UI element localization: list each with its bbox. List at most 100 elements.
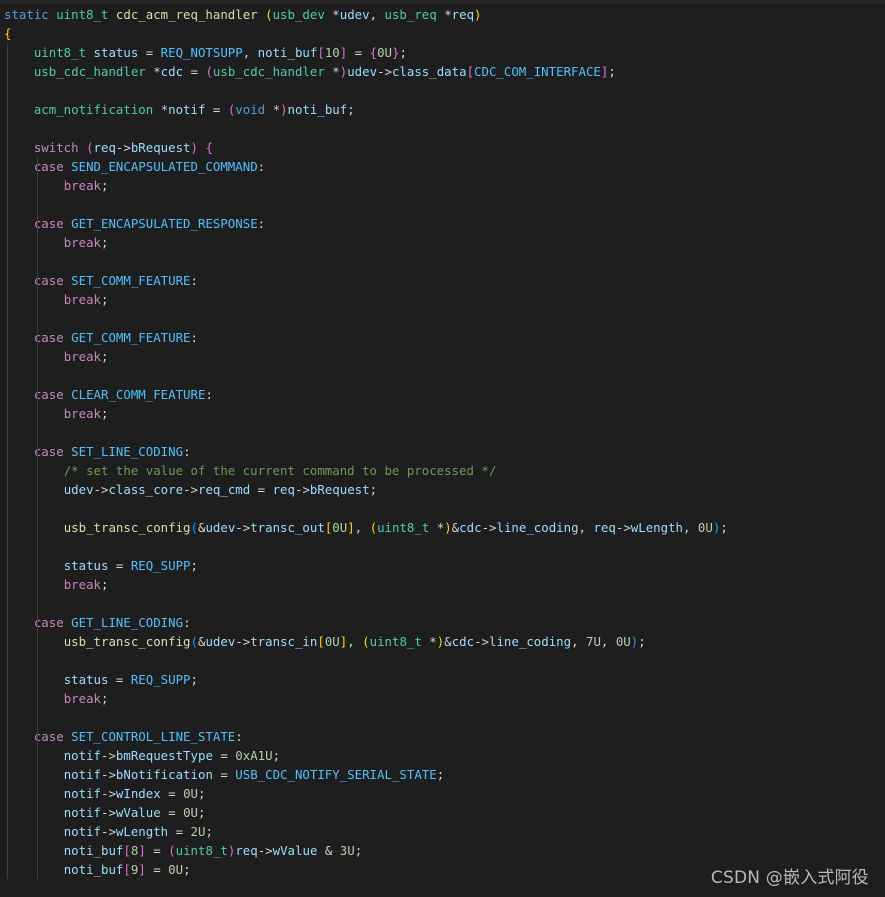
code-token: * [332, 64, 340, 79]
indent-guide [37, 195, 39, 214]
code-token: bNotification [115, 767, 221, 782]
indent-guide [37, 233, 39, 252]
indent-guide [7, 803, 8, 822]
code-line[interactable]: noti_buf[8] = (uint8_t)req->wValue & 3U; [4, 841, 882, 860]
code-line[interactable]: notif->bNotification = USB_CDC_NOTIFY_SE… [4, 765, 882, 784]
code-line[interactable]: break; [4, 290, 882, 309]
code-line[interactable]: status = REQ_SUPP; [4, 670, 882, 689]
code-token: & [324, 843, 340, 858]
code-line[interactable] [4, 195, 882, 214]
code-line[interactable]: notif->bmRequestType = 0xA1U; [4, 746, 882, 765]
code-token: = [212, 102, 228, 117]
code-token: ) [444, 520, 452, 535]
code-editor[interactable]: static uint8_t cdc_acm_req_handler (usb_… [0, 0, 885, 897]
indent-guide [7, 556, 8, 575]
indent-guide [37, 651, 39, 670]
code-line[interactable]: notif->wIndex = 0U; [4, 784, 882, 803]
code-line[interactable] [4, 366, 882, 385]
code-line[interactable] [4, 708, 882, 727]
indent-guide [37, 537, 39, 556]
code-line[interactable]: break; [4, 233, 882, 252]
code-line[interactable]: break; [4, 347, 882, 366]
code-line[interactable]: case GET_COMM_FEATURE: [4, 328, 882, 347]
code-token: , [347, 634, 363, 649]
code-token: break [63, 235, 101, 250]
code-line[interactable]: break; [4, 575, 882, 594]
code-line[interactable]: case SET_COMM_FEATURE: [4, 271, 882, 290]
indent-guide [37, 499, 39, 518]
code-token: * [153, 64, 161, 79]
code-token: = [257, 482, 273, 497]
code-token: ; [101, 178, 109, 193]
code-line[interactable]: udev->class_core->req_cmd = req->bReques… [4, 480, 882, 499]
code-line[interactable] [4, 252, 882, 271]
code-line[interactable] [4, 309, 882, 328]
code-line[interactable]: case SET_CONTROL_LINE_STATE: [4, 727, 882, 746]
code-token: { [369, 45, 378, 60]
code-token: , [369, 7, 385, 22]
code-line[interactable]: break; [4, 404, 882, 423]
code-line[interactable]: case SET_LINE_CODING: [4, 442, 882, 461]
code-token: ( [362, 634, 370, 649]
code-token: REQ_NOTSUPP [160, 45, 243, 60]
code-token: uint8_t [175, 843, 228, 858]
indent-guide [7, 461, 8, 480]
code-line[interactable] [4, 81, 882, 100]
code-line[interactable]: case CLEAR_COMM_FEATURE: [4, 385, 882, 404]
code-token: ; [101, 235, 109, 250]
code-line[interactable]: notif->wLength = 2U; [4, 822, 882, 841]
code-line[interactable]: usb_cdc_handler *cdc = (usb_cdc_handler … [4, 62, 882, 81]
code-token: case [33, 159, 72, 174]
code-token: [ [123, 843, 131, 858]
code-line[interactable]: case GET_LINE_CODING: [4, 613, 882, 632]
code-line[interactable] [4, 537, 882, 556]
code-line[interactable] [4, 423, 882, 442]
code-token: break [63, 577, 101, 592]
code-line[interactable]: { [4, 24, 882, 43]
code-token: * [332, 7, 340, 22]
code-token: break [63, 349, 101, 364]
code-line[interactable]: /* set the value of the current command … [4, 461, 882, 480]
code-line[interactable]: switch (req->bRequest) { [4, 138, 882, 157]
code-line[interactable]: break; [4, 689, 882, 708]
code-line[interactable]: break; [4, 176, 882, 195]
code-token: : [190, 330, 198, 345]
code-line[interactable] [4, 119, 882, 138]
code-line[interactable]: notif->wValue = 0U; [4, 803, 882, 822]
indent-guide [7, 727, 8, 746]
indent-guide [37, 632, 39, 651]
code-token: , [600, 634, 616, 649]
indent-guide [7, 43, 8, 62]
code-line[interactable] [4, 651, 882, 670]
code-line[interactable]: status = REQ_SUPP; [4, 556, 882, 575]
code-line[interactable]: acm_notification *notif = (void *)noti_b… [4, 100, 882, 119]
code-token: ; [101, 577, 109, 592]
code-line[interactable] [4, 499, 882, 518]
code-token: notif [63, 748, 101, 763]
code-line[interactable]: static uint8_t cdc_acm_req_handler (usb_… [4, 5, 882, 24]
code-line[interactable]: case SEND_ENCAPSULATED_COMMAND: [4, 157, 882, 176]
code-line[interactable]: uint8_t status = REQ_NOTSUPP, noti_buf[1… [4, 43, 882, 62]
code-line[interactable] [4, 594, 882, 613]
code-token: req [93, 140, 116, 155]
indent-guide [37, 442, 39, 461]
code-line[interactable]: usb_transc_config(&udev->transc_in[0U], … [4, 632, 882, 651]
code-line[interactable]: case GET_ENCAPSULATED_RESPONSE: [4, 214, 882, 233]
code-token: = [168, 805, 184, 820]
code-area[interactable]: static uint8_t cdc_acm_req_handler (usb_… [4, 5, 882, 879]
indent-guide [37, 176, 39, 195]
code-token: 0U [324, 634, 340, 649]
code-token: 0U [377, 45, 392, 60]
code-line[interactable]: usb_transc_config(&udev->transc_out[0U],… [4, 518, 882, 537]
code-token: wLength [115, 824, 176, 839]
